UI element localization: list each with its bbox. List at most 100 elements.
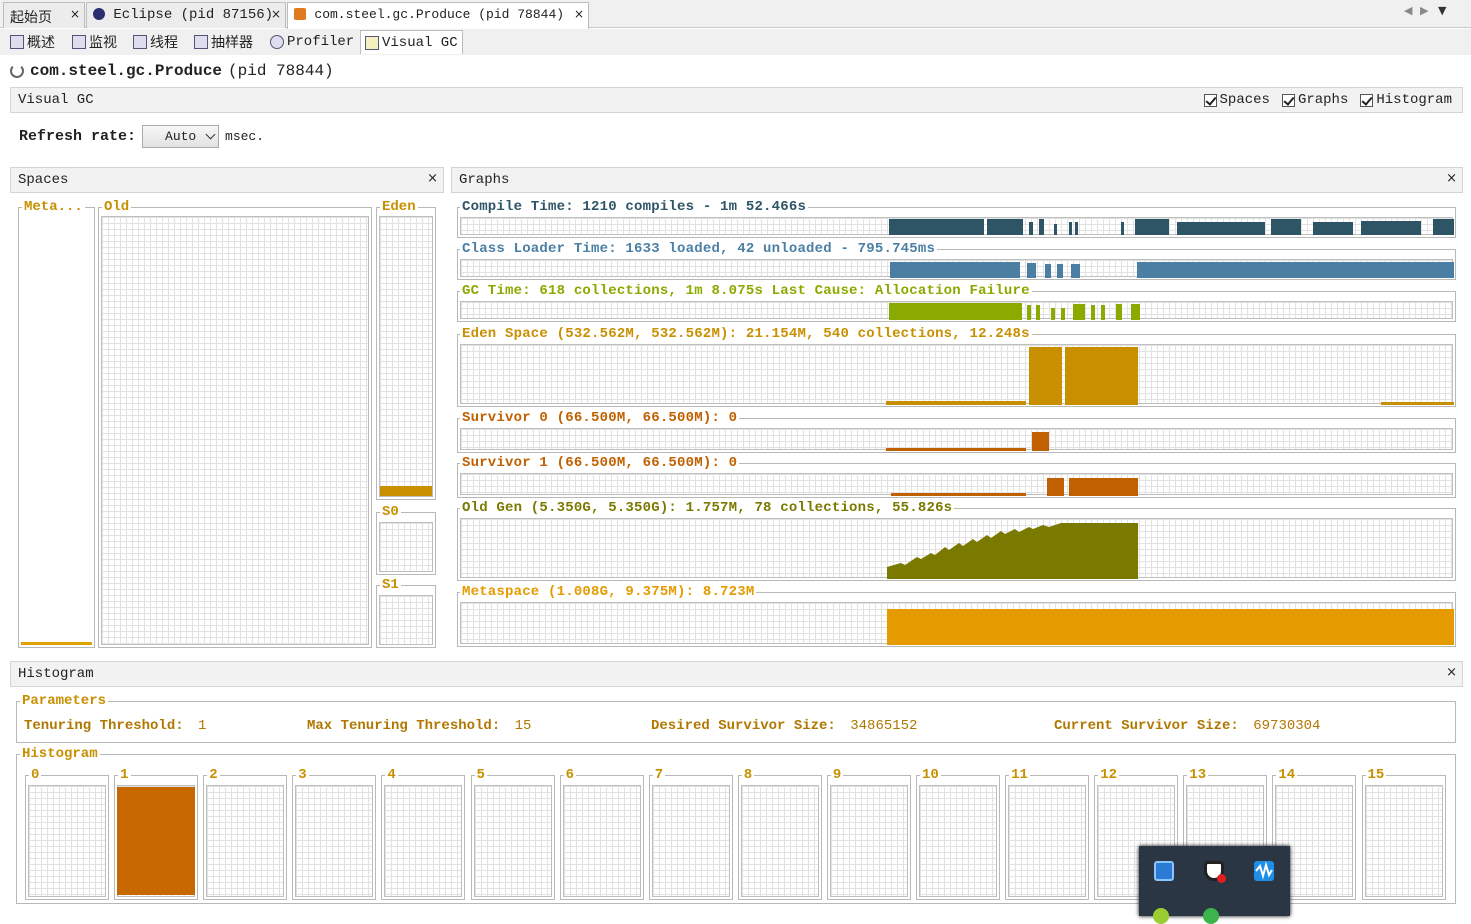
compile-time-graph: Compile Time: 1210 compiles - 1m 52.466s: [457, 199, 1456, 238]
tab-profiler[interactable]: Profiler: [266, 30, 358, 54]
spaces-title: Spaces: [18, 172, 69, 188]
bucket-grid: [295, 785, 374, 897]
chevron-down-icon: [205, 129, 216, 140]
refresh-rate-row: Refresh rate: Auto msec.: [19, 125, 264, 148]
refresh-rate-unit: msec.: [225, 129, 265, 144]
histogram-title: Histogram: [18, 666, 94, 682]
bucket-grid: [919, 785, 997, 897]
bucket-grid: [473, 785, 552, 897]
document-tab-bar: 起始页 × Eclipse (pid 87156) × com.steel.gc…: [0, 0, 1471, 29]
metaspace-graph: Metaspace (1.008G, 9.375M): 8.723M: [457, 584, 1456, 647]
histogram-checkbox[interactable]: Histogram: [1360, 92, 1452, 108]
tab-eclipse[interactable]: Eclipse (pid 87156) ×: [86, 2, 286, 28]
graphs-header: Graphs ×: [451, 167, 1463, 193]
tab-overview[interactable]: 概述: [6, 30, 59, 54]
tab-sampler[interactable]: 抽样器: [190, 30, 257, 54]
bucket-label: 10: [920, 767, 941, 783]
s0-label: S0: [380, 504, 401, 520]
survivor1-graph: Survivor 1 (66.500M, 66.500M): 0: [457, 455, 1456, 498]
histogram-bucket: 5: [470, 767, 555, 900]
bucket-grid: [384, 785, 463, 897]
close-icon[interactable]: ×: [1446, 171, 1457, 186]
s1-label: S1: [380, 577, 401, 593]
compile-time-series: [889, 219, 1454, 235]
refresh-rate-label: Refresh rate:: [19, 128, 137, 145]
parameters-group: Parameters Tenuring Threshold: 1 Max Ten…: [16, 693, 1456, 743]
tab-label: 监视: [89, 36, 117, 52]
old-gen-graph: Old Gen (5.350G, 5.350G): 1.757M, 78 col…: [457, 500, 1456, 581]
graphs-checkbox[interactable]: Graphs: [1281, 92, 1348, 108]
tab-label: 概述: [27, 36, 55, 52]
bucket-bar: [117, 787, 196, 895]
metaspace-well: [21, 216, 92, 645]
bucket-grid: [1008, 785, 1087, 897]
survivor0-plot: [460, 428, 1453, 451]
bucket-grid: [562, 785, 641, 897]
current-survivor-size: Current Survivor Size: 69730304: [1054, 718, 1320, 734]
s1-grid: [379, 595, 433, 645]
tab-list-dropdown-icon[interactable]: ▼: [1438, 4, 1446, 17]
max-tenuring-threshold: Max Tenuring Threshold: 15: [307, 718, 531, 734]
bucket-label: 1: [118, 767, 131, 783]
window-manager-icon[interactable]: [1154, 861, 1174, 881]
histogram-bucket: 4: [381, 767, 466, 900]
compile-time-label: Compile Time: 1210 compiles - 1m 52.466s: [460, 199, 809, 215]
s0-grid: [379, 522, 433, 572]
survivor0-graph: Survivor 0 (66.500M, 66.500M): 0: [457, 410, 1456, 453]
system-tray-popup: [1139, 846, 1290, 924]
close-icon[interactable]: ×: [1446, 665, 1457, 680]
histogram-bucket: 7: [648, 767, 733, 900]
histogram-group-title: Histogram: [20, 746, 100, 762]
scroll-right-icon[interactable]: ▶: [1420, 4, 1428, 17]
java-cup-icon: [294, 8, 306, 21]
class-loader-graph: Class Loader Time: 1633 loaded, 42 unloa…: [457, 241, 1456, 280]
bucket-label: 8: [741, 767, 755, 783]
close-icon[interactable]: ×: [271, 7, 281, 21]
view-tab-bar: 概述 监视 线程 抽样器 Profiler Visual GC: [0, 29, 1471, 55]
eden-fill: [380, 486, 432, 496]
scroll-left-icon[interactable]: ◀: [1404, 4, 1412, 17]
tab-monitor[interactable]: 监视: [68, 30, 121, 54]
tenuring-threshold: Tenuring Threshold: 1: [24, 718, 206, 734]
gc-time-graph: GC Time: 618 collections, 1m 8.075s Last…: [457, 283, 1456, 322]
spaces-checkbox[interactable]: Spaces: [1203, 92, 1270, 108]
tab-produce[interactable]: com.steel.gc.Produce (pid 78844) ×: [287, 2, 589, 29]
tab-visual-gc[interactable]: Visual GC: [360, 30, 463, 54]
threads-icon: [133, 35, 147, 49]
visualgc-title: Visual GC: [18, 92, 94, 108]
green-status-icon[interactable]: [1153, 908, 1169, 924]
shield-icon[interactable]: [1204, 861, 1226, 883]
bucket-grid: [28, 785, 106, 897]
close-icon[interactable]: ×: [427, 171, 438, 186]
histogram-bucket: 2: [203, 767, 288, 900]
survivor1-series: [891, 478, 1138, 496]
close-icon[interactable]: ×: [574, 7, 584, 21]
close-icon[interactable]: ×: [70, 7, 80, 21]
histogram-bucket: 1: [114, 767, 199, 900]
param-value: 15: [514, 718, 532, 734]
visualgc-header: Visual GC Spaces Graphs Histogram: [10, 87, 1463, 113]
tab-threads[interactable]: 线程: [129, 30, 182, 54]
param-label: Max Tenuring Threshold:: [307, 718, 501, 734]
gc-time-plot: [460, 301, 1453, 320]
metaspace-graph-label: Metaspace (1.008G, 9.375M): 8.723M: [460, 584, 757, 600]
metaspace-label: Meta...: [22, 199, 85, 215]
green-app-icon[interactable]: [1203, 908, 1219, 924]
refresh-rate-select[interactable]: Auto: [142, 125, 220, 148]
bucket-grid: [651, 785, 730, 897]
tab-label: Eclipse (pid 87156): [113, 7, 274, 23]
audio-wave-icon[interactable]: [1254, 861, 1274, 881]
tab-start-page[interactable]: 起始页 ×: [3, 2, 85, 28]
histogram-bucket: 3: [292, 767, 377, 900]
overview-icon: [10, 35, 24, 49]
bucket-grid: [1364, 785, 1443, 897]
tab-label: 线程: [150, 36, 178, 52]
histogram-bucket: 11: [1005, 767, 1090, 900]
page-title: com.steel.gc.Produce (pid 78844): [10, 62, 334, 80]
histogram-bucket: 9: [826, 767, 911, 900]
compile-time-plot: [460, 217, 1454, 235]
metaspace-plot: [460, 602, 1454, 645]
old-space: Old: [98, 199, 372, 648]
eden-label: Eden: [380, 199, 418, 215]
tab-label: 抽样器: [211, 36, 253, 52]
